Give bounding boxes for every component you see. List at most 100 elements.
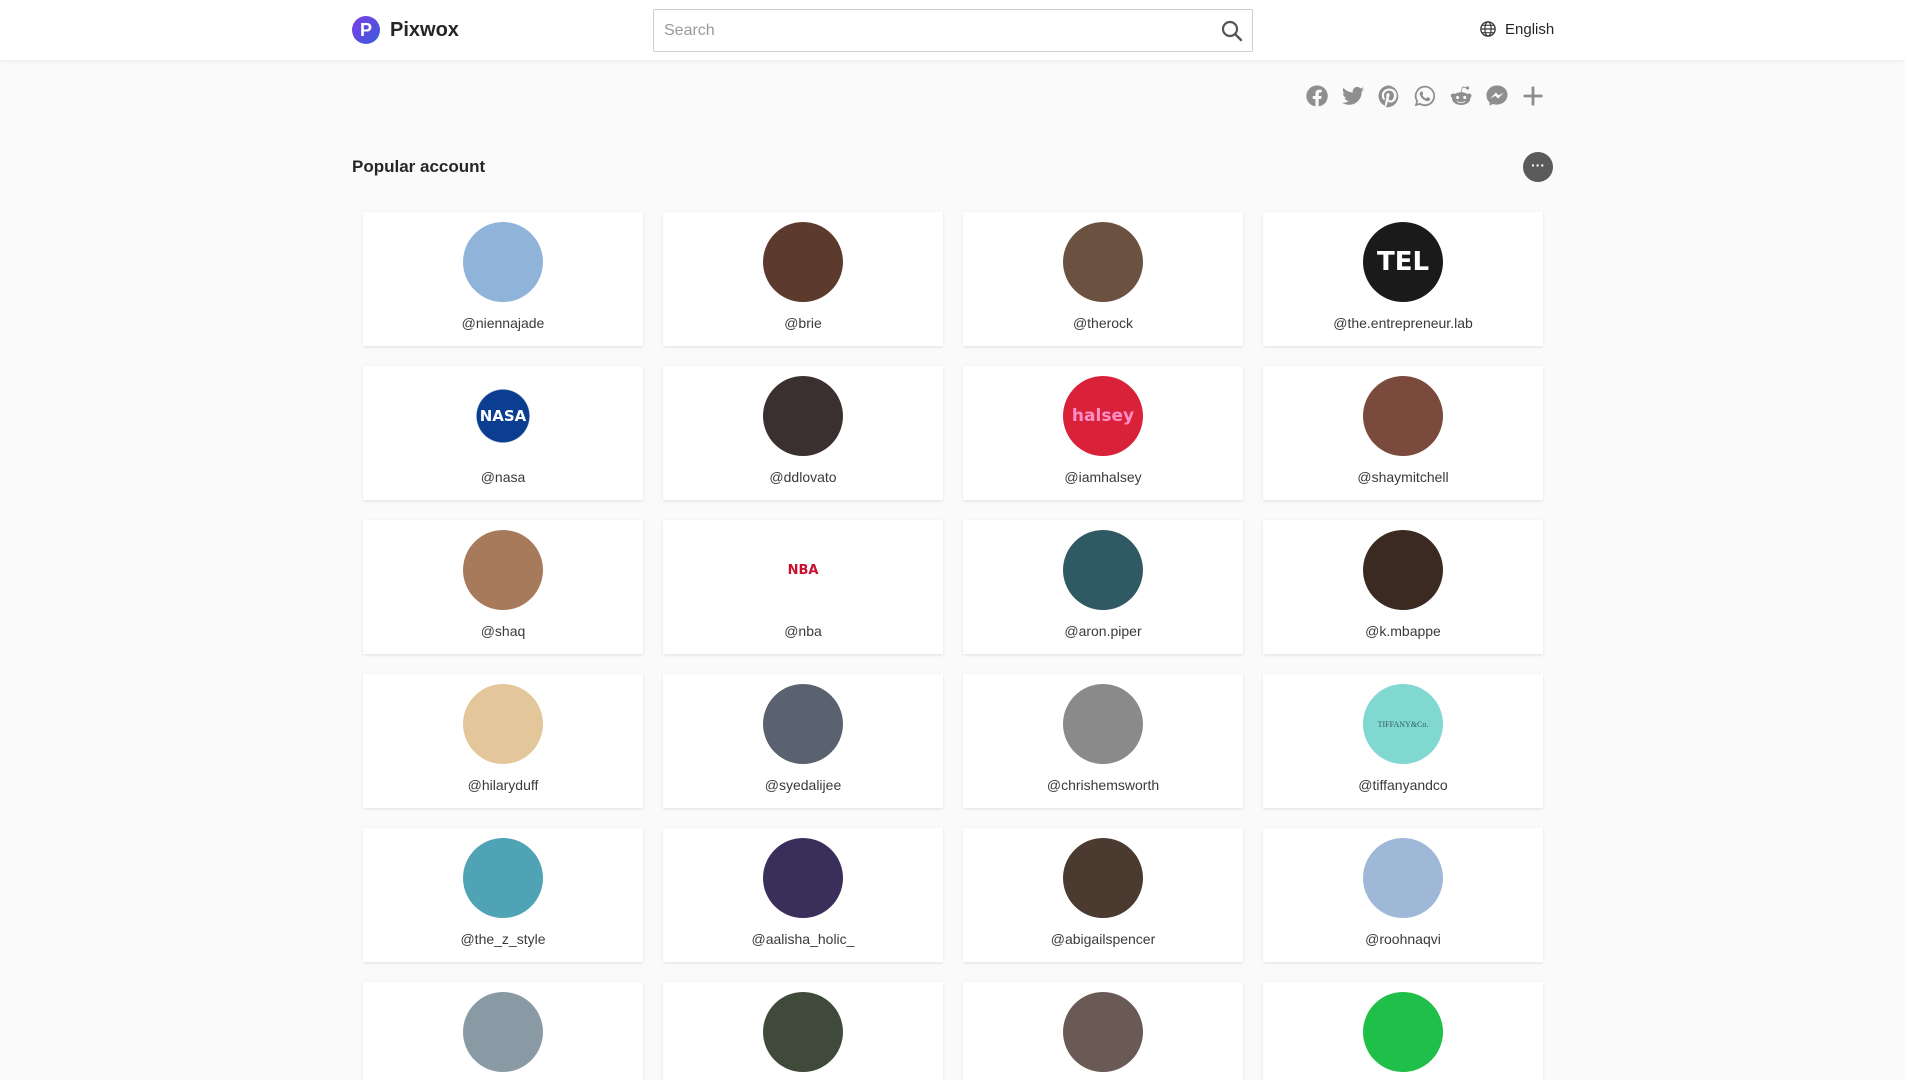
- account-handle: @hilaryduff: [467, 777, 539, 793]
- account-card[interactable]: [363, 982, 643, 1080]
- account-card[interactable]: NBA @nba: [663, 520, 943, 654]
- account-avatar: [763, 222, 843, 302]
- avatar-logo-text: NBA: [787, 562, 819, 578]
- account-handle: @nasa: [480, 469, 526, 485]
- account-card[interactable]: @roohnaqvi: [1263, 828, 1543, 962]
- avatar-logo-text: [463, 222, 543, 302]
- more-dots-icon: ···: [1531, 157, 1545, 173]
- avatar-logo-text: TIFFANY&Co.: [1377, 719, 1429, 729]
- search-input[interactable]: [654, 10, 1194, 51]
- search-icon: [1221, 20, 1243, 42]
- avatar-logo-text: [763, 838, 843, 918]
- account-handle: @shaq: [480, 623, 526, 639]
- account-handle: @the.entrepreneur.lab: [1333, 315, 1473, 331]
- account-avatar: NBA: [763, 530, 843, 610]
- avatar-logo-text: [463, 530, 543, 610]
- account-avatar: [1363, 530, 1443, 610]
- account-handle: @k.mbappe: [1365, 623, 1441, 639]
- avatar-logo-text: [1063, 992, 1143, 1072]
- account-avatar: [1063, 222, 1143, 302]
- share-whatsapp-button[interactable]: [1413, 82, 1437, 110]
- account-card[interactable]: @ddlovato: [663, 366, 943, 500]
- share-more-button[interactable]: [1521, 82, 1545, 110]
- brand-name: Pixwox: [390, 18, 459, 41]
- share-bar: [1305, 82, 1545, 110]
- avatar-logo-text: [1063, 838, 1143, 918]
- account-card[interactable]: NASA @nasa: [363, 366, 643, 500]
- account-card[interactable]: @aron.piper: [963, 520, 1243, 654]
- account-card[interactable]: TEL @the.entrepreneur.lab: [1263, 212, 1543, 346]
- avatar-logo-text: [1063, 530, 1143, 610]
- account-avatar: [763, 684, 843, 764]
- account-handle: @tiffanyandco: [1358, 777, 1448, 793]
- globe-icon: [1480, 21, 1496, 37]
- brand-logo[interactable]: P Pixwox: [352, 16, 459, 44]
- account-avatar: halsey: [1063, 376, 1143, 456]
- account-handle: @roohnaqvi: [1365, 931, 1441, 947]
- account-avatar: TIFFANY&Co.: [1363, 684, 1443, 764]
- account-avatar: [463, 222, 543, 302]
- language-selector[interactable]: English: [1479, 20, 1554, 38]
- account-card[interactable]: [963, 982, 1243, 1080]
- share-pinterest-button[interactable]: [1377, 82, 1401, 110]
- plus-icon: [1523, 86, 1543, 106]
- account-card[interactable]: @syedalijee: [663, 674, 943, 808]
- avatar-logo-text: [463, 684, 543, 764]
- account-avatar: [1363, 376, 1443, 456]
- account-avatar: [1363, 992, 1443, 1072]
- account-card[interactable]: @aalisha_holic_: [663, 828, 943, 962]
- account-avatar: [463, 838, 543, 918]
- account-handle: @aalisha_holic_: [751, 931, 855, 947]
- avatar-logo-text: [763, 222, 843, 302]
- share-twitter-button[interactable]: [1341, 82, 1365, 110]
- avatar-logo-text: [1363, 376, 1443, 456]
- avatar-logo-text: TEL: [1376, 247, 1430, 277]
- account-card[interactable]: @the_z_style: [363, 828, 643, 962]
- account-avatar: [1063, 684, 1143, 764]
- account-grid: @niennajade @brie @therock TEL @the.entrepre…: [363, 212, 1543, 1080]
- account-card[interactable]: @brie: [663, 212, 943, 346]
- account-handle: @chrishemsworth: [1046, 777, 1160, 793]
- section-more-button[interactable]: ···: [1523, 152, 1553, 182]
- account-card[interactable]: [1263, 982, 1543, 1080]
- share-messenger-button[interactable]: [1485, 82, 1509, 110]
- account-handle: @iamhalsey: [1064, 469, 1142, 485]
- top-header: P Pixwox English: [0, 0, 1905, 60]
- account-avatar: [763, 838, 843, 918]
- account-card[interactable]: @hilaryduff: [363, 674, 643, 808]
- account-avatar: [1363, 838, 1443, 918]
- avatar-logo-text: [1363, 992, 1443, 1072]
- avatar-logo-text: [1063, 222, 1143, 302]
- share-facebook-button[interactable]: [1305, 82, 1329, 110]
- section-title: Popular account: [352, 157, 486, 176]
- avatar-logo-text: NASA: [463, 376, 543, 456]
- messenger-icon: [1486, 85, 1508, 106]
- account-card[interactable]: [663, 982, 943, 1080]
- avatar-logo-text: [463, 992, 543, 1072]
- account-card[interactable]: @shaymitchell: [1263, 366, 1543, 500]
- account-card[interactable]: @shaq: [363, 520, 643, 654]
- account-avatar: [463, 992, 543, 1072]
- account-card[interactable]: @niennajade: [363, 212, 643, 346]
- account-avatar: TEL: [1363, 222, 1443, 302]
- avatar-logo-text: halsey: [1071, 406, 1135, 426]
- account-handle: @syedalijee: [764, 777, 842, 793]
- share-reddit-button[interactable]: [1449, 82, 1473, 110]
- reddit-icon: [1450, 86, 1472, 105]
- account-card[interactable]: @chrishemsworth: [963, 674, 1243, 808]
- account-handle: @therock: [1072, 315, 1134, 331]
- account-card[interactable]: TIFFANY&Co. @tiffanyandco: [1263, 674, 1543, 808]
- avatar-logo-text: [763, 992, 843, 1072]
- avatar-logo-text: [1063, 684, 1143, 764]
- account-card[interactable]: @therock: [963, 212, 1243, 346]
- facebook-icon: [1306, 85, 1328, 107]
- account-card[interactable]: @abigailspencer: [963, 828, 1243, 962]
- account-handle: @shaymitchell: [1357, 469, 1449, 485]
- account-handle: @abigailspencer: [1050, 931, 1156, 947]
- account-avatar: [763, 376, 843, 456]
- account-handle: @the_z_style: [460, 931, 546, 947]
- account-card[interactable]: @k.mbappe: [1263, 520, 1543, 654]
- search-button[interactable]: [1220, 19, 1244, 43]
- account-handle: @aron.piper: [1064, 623, 1142, 639]
- account-card[interactable]: halsey @iamhalsey: [963, 366, 1243, 500]
